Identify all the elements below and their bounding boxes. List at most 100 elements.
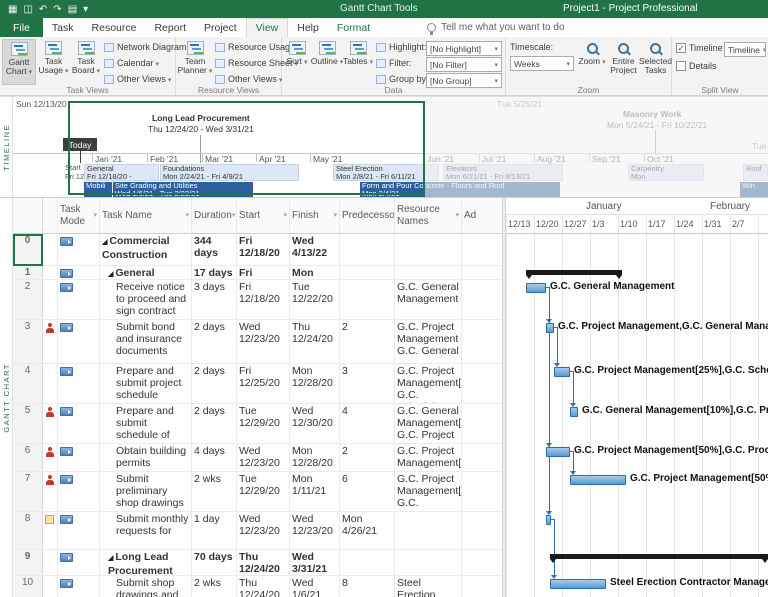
- timeline-bar-windows[interactable]: Win: [740, 182, 768, 197]
- row-number[interactable]: 5: [13, 404, 43, 444]
- add-column-cell[interactable]: [462, 234, 502, 266]
- tab-file[interactable]: File: [0, 18, 43, 37]
- duration-cell[interactable]: 17 days: [192, 266, 237, 280]
- start-cell[interactable]: Wed 12/23/20: [237, 444, 290, 472]
- start-cell[interactable]: Fri 12/18/20: [237, 234, 290, 266]
- predecessors-cell[interactable]: 2: [340, 444, 395, 472]
- task-bar-submit-bond[interactable]: [546, 323, 554, 333]
- finish-cell[interactable]: Mon 12/28/20: [290, 364, 340, 404]
- info-cell[interactable]: [43, 444, 58, 472]
- timeline-bar-carpentry[interactable]: Carpentry Mon: [628, 164, 704, 181]
- header-add-column[interactable]: Ad: [462, 198, 502, 234]
- tab-view[interactable]: View: [245, 18, 289, 37]
- predecessors-cell[interactable]: [340, 280, 395, 320]
- resources-cell[interactable]: [395, 512, 462, 550]
- add-column-cell[interactable]: [462, 512, 502, 550]
- timescale-dropdown[interactable]: Weeks: [510, 56, 574, 71]
- resources-cell[interactable]: G.C. Project Management[25 G.C. Schedule…: [395, 364, 462, 404]
- info-cell[interactable]: [43, 576, 58, 597]
- task-mode-cell[interactable]: [58, 266, 100, 280]
- start-cell[interactable]: Fri 12/25/20: [237, 364, 290, 404]
- row-number[interactable]: 8: [13, 512, 43, 550]
- task-name-cell[interactable]: Receive notice to proceed and sign contr…: [100, 280, 192, 320]
- row-number[interactable]: 1: [13, 266, 43, 280]
- task-mode-cell[interactable]: [58, 512, 100, 550]
- info-cell[interactable]: [43, 512, 58, 550]
- task-name-cell[interactable]: Prepare and submit project schedule: [100, 364, 192, 404]
- start-cell[interactable]: Thu 12/24/20: [237, 576, 290, 597]
- task-bar-prelim-shop-drawings[interactable]: [570, 475, 626, 485]
- tell-me-search[interactable]: Tell me what you want to do: [427, 18, 565, 37]
- timeline-view-dropdown[interactable]: Timeline: [724, 42, 766, 57]
- start-cell[interactable]: Tue 12/29/20: [237, 404, 290, 444]
- add-column-cell[interactable]: [462, 550, 502, 576]
- task-mode-cell[interactable]: [58, 404, 100, 444]
- predecessors-cell[interactable]: [340, 234, 395, 266]
- row-number[interactable]: 10: [13, 576, 43, 597]
- tab-task[interactable]: Task: [43, 18, 83, 37]
- summary-bar-long-lead[interactable]: [550, 554, 768, 563]
- app-grid-icon[interactable]: ▦: [8, 4, 17, 15]
- finish-cell[interactable]: Tue 12/22/20: [290, 280, 340, 320]
- duration-cell[interactable]: 2 days: [192, 364, 237, 404]
- resources-cell[interactable]: G.C. Project Management G.C. General: [395, 320, 462, 364]
- task-bar-steel-shop-drawings[interactable]: [550, 579, 606, 589]
- predecessors-cell[interactable]: 8: [340, 576, 395, 597]
- other-views-2-button[interactable]: Other Views: [215, 74, 282, 84]
- resources-cell[interactable]: [395, 266, 462, 280]
- duration-cell[interactable]: 2 days: [192, 404, 237, 444]
- info-cell[interactable]: [43, 550, 58, 576]
- timeline-pane-strip[interactable]: TIMELINE: [0, 97, 13, 197]
- filter-dropdown[interactable]: [No Filter]: [426, 57, 502, 72]
- finish-cell[interactable]: Thu 12/24/20: [290, 320, 340, 364]
- task-name-cell[interactable]: Submit bond and insurance documents: [100, 320, 192, 364]
- resources-cell[interactable]: G.C. General Management: [395, 280, 462, 320]
- row-number[interactable]: 2: [13, 280, 43, 320]
- add-column-cell[interactable]: [462, 444, 502, 472]
- team-planner-button[interactable]: Team Planner: [178, 39, 212, 85]
- add-column-cell[interactable]: [462, 280, 502, 320]
- row-number[interactable]: 4: [13, 364, 43, 404]
- info-cell[interactable]: [43, 234, 58, 266]
- info-cell[interactable]: [43, 280, 58, 320]
- select-all-corner[interactable]: [13, 198, 43, 234]
- tab-resource[interactable]: Resource: [83, 18, 146, 37]
- add-column-cell[interactable]: [462, 364, 502, 404]
- timeline-zoom-window[interactable]: [68, 101, 425, 195]
- resources-cell[interactable]: [395, 234, 462, 266]
- add-column-cell[interactable]: [462, 576, 502, 597]
- duration-cell[interactable]: 344 days: [192, 234, 237, 266]
- row-number[interactable]: 3: [13, 320, 43, 364]
- tab-report[interactable]: Report: [145, 18, 195, 37]
- tab-help[interactable]: Help: [288, 18, 328, 37]
- row-number[interactable]: 9: [13, 550, 43, 576]
- finish-cell[interactable]: Mon 1/11/21: [290, 472, 340, 512]
- resources-cell[interactable]: G.C. General Management[10 G.C. Project: [395, 404, 462, 444]
- duration-cell[interactable]: 2 wks: [192, 472, 237, 512]
- start-cell[interactable]: Fri 12/18/20: [237, 266, 290, 280]
- task-mode-cell[interactable]: [58, 576, 100, 597]
- start-cell[interactable]: Fri 12/18/20: [237, 280, 290, 320]
- callout-masonry-title[interactable]: Masonry Work: [623, 109, 681, 119]
- add-column-cell[interactable]: [462, 266, 502, 280]
- header-duration[interactable]: Duration: [192, 198, 237, 234]
- header-start[interactable]: Start: [237, 198, 290, 234]
- duration-cell[interactable]: 2 wks: [192, 576, 237, 597]
- gantt-view-icon[interactable]: ▤: [68, 4, 77, 15]
- finish-cell[interactable]: Wed 12/30/20: [290, 404, 340, 444]
- predecessors-cell[interactable]: 4: [340, 404, 395, 444]
- calendar-button[interactable]: Calendar: [104, 58, 159, 68]
- collapse-icon[interactable]: ◢: [102, 239, 107, 246]
- task-mode-cell[interactable]: [58, 364, 100, 404]
- gantt-chart-button[interactable]: Gantt Chart: [2, 39, 36, 85]
- collapse-icon[interactable]: ◢: [108, 271, 113, 278]
- qat-customize-caret-icon[interactable]: ▾: [83, 4, 88, 15]
- timeline-bar-elevators[interactable]: Elevators Mon 6/21/21 - Fri 8/13/21: [443, 164, 563, 181]
- predecessors-cell[interactable]: 6: [340, 472, 395, 512]
- gantt-pane-strip[interactable]: GANTT CHART: [0, 198, 13, 597]
- finish-cell[interactable]: Wed 4/13/22: [290, 234, 340, 266]
- tab-format[interactable]: Format: [328, 18, 379, 37]
- add-column-cell[interactable]: [462, 472, 502, 512]
- finish-cell[interactable]: Mon 1/11/21: [290, 266, 340, 280]
- info-cell[interactable]: [43, 364, 58, 404]
